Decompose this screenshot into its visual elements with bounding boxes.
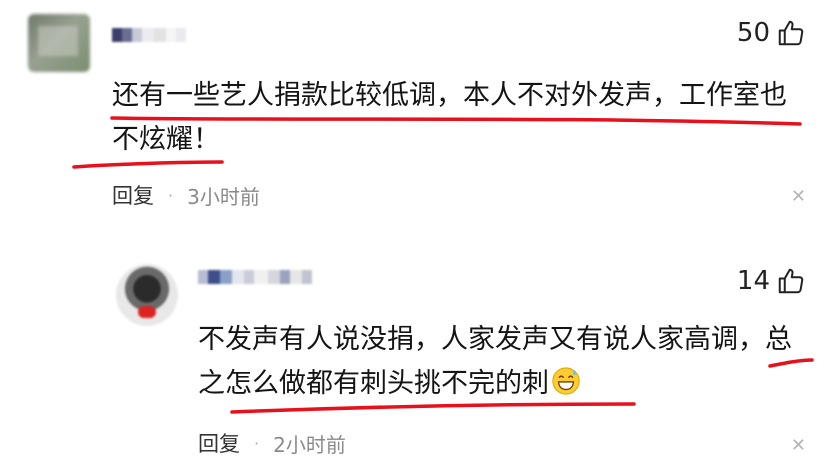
like-count[interactable]: 14 [737, 266, 806, 296]
comment-body: 还有一些艺人捐款比较低调，本人不对外发声，工作室也不炫耀！ [112, 80, 787, 155]
comment-thread: 50 还有一些艺人捐款比较低调，本人不对外发声，工作室也不炫耀！ 回复 · 3小… [0, 0, 826, 474]
reply-button[interactable]: 回复 [112, 180, 154, 210]
like-count-value: 14 [736, 266, 770, 296]
thumbs-up-icon[interactable] [776, 266, 806, 296]
close-icon[interactable]: ✕ [791, 188, 806, 206]
timestamp: 2小时前 [273, 432, 346, 457]
timestamp: 3小时前 [187, 184, 260, 209]
username-redacted[interactable] [198, 270, 312, 284]
thumbs-up-icon[interactable] [776, 18, 806, 48]
reply-button[interactable]: 回复 [198, 428, 240, 458]
meta-separator: · [168, 185, 174, 205]
comment-meta: 回复 · 2小时前 [198, 428, 346, 458]
comment-meta: 回复 · 3小时前 [112, 180, 260, 210]
username-redacted[interactable] [112, 28, 186, 42]
meta-separator: · [254, 433, 260, 453]
like-count-value: 50 [736, 18, 770, 48]
comment-body: 不发声有人说没捐，人家发声又有说人家高调，总之怎么做都有刺头挑不完的刺 [198, 318, 808, 406]
avatar[interactable] [28, 14, 90, 72]
grinning-sweat-emoji-icon [551, 366, 581, 396]
underline-stroke [72, 160, 224, 169]
comment-body-text: 不发声有人说没捐，人家发声又有说人家高调，总之怎么做都有刺头挑不完的刺 [198, 324, 792, 399]
avatar[interactable] [116, 264, 178, 326]
like-count[interactable]: 50 [737, 18, 806, 48]
close-icon[interactable]: ✕ [791, 437, 806, 455]
